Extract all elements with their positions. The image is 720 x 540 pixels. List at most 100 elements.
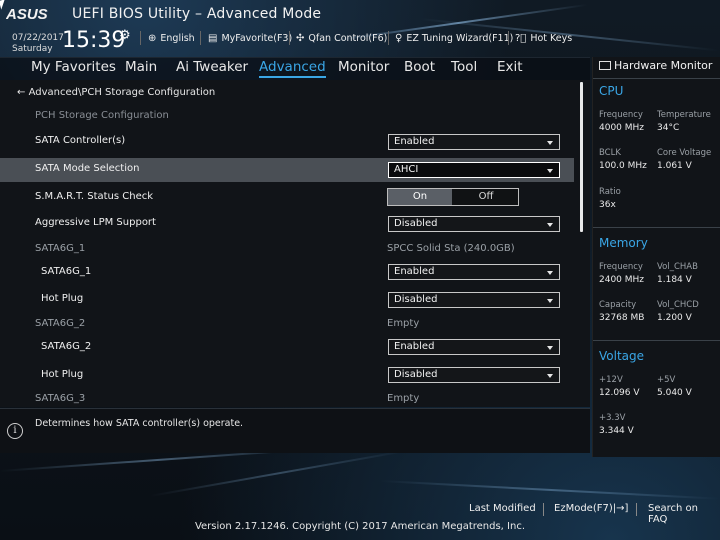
myfavorite-label: MyFavorite(F3) xyxy=(221,33,293,44)
sata6g2-hotplug-select[interactable]: Disabled xyxy=(388,367,560,383)
tab-tool[interactable]: Tool xyxy=(451,59,477,75)
tab-main[interactable]: Main xyxy=(125,59,157,75)
scrollbar[interactable] xyxy=(580,82,583,232)
window-title: UEFI BIOS Utility – Advanced Mode xyxy=(72,6,322,22)
hot-keys-label: Hot Keys xyxy=(530,33,573,44)
language-button[interactable]: ⊕ English xyxy=(148,33,195,44)
date-display: 07/22/2017 Saturday xyxy=(12,33,64,55)
divider xyxy=(593,78,720,79)
breadcrumb-text: Advanced\PCH Storage Configuration xyxy=(28,87,216,98)
vol-chcd-value: 1.200 V xyxy=(657,313,692,323)
ez-tuning-wizard-button[interactable]: ♀ EZ Tuning Wizard(F11) xyxy=(395,33,513,44)
memory-heading: Memory xyxy=(599,236,648,250)
cpu-frequency-value: 4000 MHz xyxy=(599,123,645,133)
divider xyxy=(508,31,509,45)
sata-mode-value: AHCI xyxy=(394,164,419,175)
sata6g2-hotplug-label: Hot Plug xyxy=(41,369,84,380)
sata6g1-enable-label: SATA6G_1 xyxy=(41,266,92,277)
v12-value: 12.096 V xyxy=(599,388,640,398)
favorite-icon: ▤ xyxy=(208,33,218,44)
vol-chab-label: Vol_CHAB xyxy=(657,262,698,272)
v5-label: +5V xyxy=(657,375,676,385)
hot-keys-button[interactable]: ?⃞ Hot Keys xyxy=(515,33,572,44)
sata6g2-enable-select[interactable]: Enabled xyxy=(388,339,560,355)
vol-chab-value: 1.184 V xyxy=(657,275,692,285)
tab-ai-tweaker[interactable]: Ai Tweaker xyxy=(176,59,248,75)
last-modified-button[interactable]: Last Modified xyxy=(469,503,536,514)
cpu-temperature-value: 34°C xyxy=(657,123,680,133)
divider xyxy=(593,340,720,341)
tab-boot[interactable]: Boot xyxy=(404,59,435,75)
memory-frequency-value: 2400 MHz xyxy=(599,275,645,285)
sata6g1-header: SATA6G_1 xyxy=(35,243,86,254)
capacity-value: 32768 MB xyxy=(599,313,645,323)
main-menu: My Favorites Main Ai Tweaker Advanced Mo… xyxy=(0,57,590,81)
v12-label: +12V xyxy=(599,375,623,385)
sata6g2-device: Empty xyxy=(387,318,420,329)
help-bar: i Determines how SATA controller(s) oper… xyxy=(0,408,590,453)
divider xyxy=(593,227,720,228)
hardware-monitor-title-text: Hardware Monitor xyxy=(614,59,713,72)
tab-my-favorites[interactable]: My Favorites xyxy=(31,59,116,75)
ratio-label: Ratio xyxy=(599,187,621,197)
monitor-icon xyxy=(599,61,611,70)
chevron-down-icon xyxy=(547,299,553,303)
sata6g1-hotplug-label: Hot Plug xyxy=(41,293,84,304)
tab-advanced[interactable]: Advanced xyxy=(259,59,326,78)
smart-off-option[interactable]: Off xyxy=(454,189,518,205)
help-text: Determines how SATA controller(s) operat… xyxy=(35,418,244,429)
sata6g2-enable-value: Enabled xyxy=(394,341,435,352)
cpu-frequency-label: Frequency xyxy=(599,110,643,120)
chevron-down-icon xyxy=(547,169,553,173)
chevron-down-icon xyxy=(547,271,553,275)
smart-status-label: S.M.A.R.T. Status Check xyxy=(35,191,154,202)
day-text: Saturday xyxy=(12,44,53,54)
memory-frequency-label: Frequency xyxy=(599,262,643,272)
svg-text:ASUS: ASUS xyxy=(6,6,48,23)
sata6g1-enable-select[interactable]: Enabled xyxy=(388,264,560,280)
help-box-icon: ?⃞ xyxy=(515,33,527,44)
info-icon: i xyxy=(7,423,23,439)
language-label: English xyxy=(160,33,195,44)
back-arrow-icon[interactable]: ← xyxy=(17,87,25,98)
myfavorite-button[interactable]: ▤ MyFavorite(F3) xyxy=(208,33,292,44)
sata6g1-hotplug-value: Disabled xyxy=(394,294,438,305)
qfan-control-button[interactable]: ✣ Qfan Control(F6) xyxy=(296,33,387,44)
smart-on-option[interactable]: On xyxy=(388,189,452,205)
sata-mode-label: SATA Mode Selection xyxy=(35,163,140,174)
sata6g2-enable-label: SATA6G_2 xyxy=(41,341,92,352)
sata6g1-hotplug-select[interactable]: Disabled xyxy=(388,292,560,308)
sata-controller-label: SATA Controller(s) xyxy=(35,135,126,146)
divider xyxy=(200,31,201,45)
settings-panel: ← Advanced\PCH Storage Configuration PCH… xyxy=(0,80,590,407)
divider xyxy=(140,31,141,45)
chevron-down-icon xyxy=(547,223,553,227)
tab-monitor[interactable]: Monitor xyxy=(338,59,389,75)
capacity-label: Capacity xyxy=(599,300,637,310)
bclk-label: BCLK xyxy=(599,148,621,158)
voltage-heading: Voltage xyxy=(599,349,645,363)
breadcrumb[interactable]: ← Advanced\PCH Storage Configuration xyxy=(17,87,215,98)
divider xyxy=(388,31,389,45)
lpm-value: Disabled xyxy=(394,218,438,229)
sata-mode-select[interactable]: AHCI xyxy=(388,162,560,178)
tab-exit[interactable]: Exit xyxy=(497,59,523,75)
hardware-monitor-title: Hardware Monitor xyxy=(599,59,712,72)
chevron-down-icon xyxy=(547,141,553,145)
smart-status-toggle[interactable]: On Off xyxy=(387,188,519,206)
ezmode-button[interactable]: EzMode(F7)|→] xyxy=(554,503,628,514)
sata-controller-value: Enabled xyxy=(394,136,435,147)
settings-gear-icon[interactable]: ⚙ xyxy=(119,28,131,43)
globe-icon: ⊕ xyxy=(148,33,157,44)
hardware-monitor: Hardware Monitor CPU Frequency 4000 MHz … xyxy=(592,57,720,457)
sata6g1-device: SPCC Solid Sta (240.0GB) xyxy=(387,243,515,254)
core-voltage-label: Core Voltage xyxy=(657,148,712,158)
chevron-down-icon xyxy=(547,346,553,350)
lpm-select[interactable]: Disabled xyxy=(388,216,560,232)
sata6g2-hotplug-value: Disabled xyxy=(394,369,438,380)
sata6g2-header: SATA6G_2 xyxy=(35,318,86,329)
header: ASUS UEFI BIOS Utility – Advanced Mode 0… xyxy=(0,0,720,56)
sata-controller-select[interactable]: Enabled xyxy=(388,134,560,150)
bclk-value: 100.0 MHz xyxy=(599,161,647,171)
sata6g1-enable-value: Enabled xyxy=(394,266,435,277)
